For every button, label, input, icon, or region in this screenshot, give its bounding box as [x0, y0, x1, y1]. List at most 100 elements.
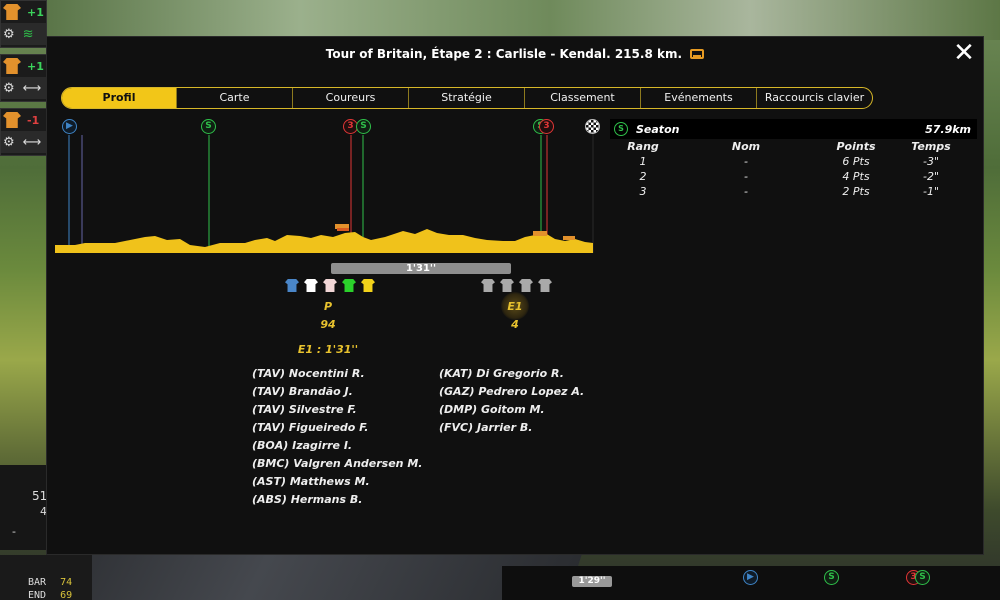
- group-breakaway-count: 4: [511, 318, 519, 331]
- stat-label: END: [28, 590, 47, 600]
- gear-icon[interactable]: ⚙: [3, 81, 15, 96]
- table-row: 2 - 4 Pts -2": [610, 169, 977, 184]
- hud-rider-row-1[interactable]: +1 ⚙ ≋: [0, 0, 47, 48]
- rider-name[interactable]: (KAT) Di Gregorio R.: [439, 365, 584, 383]
- sprint-icon: S: [915, 570, 930, 585]
- rank-cell: 1: [639, 155, 647, 168]
- hud-rider-row-2[interactable]: +1 ⚙ ⟷: [0, 54, 47, 102]
- stat-value: 69: [60, 590, 73, 600]
- gear-icon[interactable]: ⚙: [3, 27, 15, 42]
- rider-name[interactable]: (TAV) Brandão J.: [252, 383, 422, 401]
- group-breakaway-label[interactable]: E1: [500, 300, 530, 313]
- jersey-icon: [538, 279, 552, 292]
- rider-name[interactable]: (BMC) Valgren Andersen M.: [252, 455, 422, 473]
- peloton-jerseys[interactable]: [285, 279, 375, 292]
- table-row: 1 - 6 Pts -3": [610, 154, 977, 169]
- rider-name[interactable]: (BOA) Izagirre I.: [252, 437, 422, 455]
- rider-name[interactable]: (GAZ) Pedrero Lopez A.: [439, 383, 584, 401]
- rider-name[interactable]: (DMP) Goitom M.: [439, 401, 584, 419]
- climb-segment: [533, 231, 547, 236]
- stat-label: BAR: [28, 577, 47, 588]
- peloton-rider-list: (TAV) Nocentini R. (TAV) Brandão J. (TAV…: [252, 365, 422, 509]
- hud-dash: -: [12, 525, 16, 538]
- rider-stats-panel: BAR 74 END 69: [0, 555, 92, 600]
- hud-rider-row-3[interactable]: -1 ⚙ ⟷: [0, 108, 47, 156]
- hud-delta: +1: [27, 59, 44, 73]
- rank-cell: 2: [639, 170, 647, 183]
- hud-delta: -1: [27, 113, 40, 127]
- climb-icon[interactable]: 3: [539, 119, 554, 134]
- jersey-icon: [285, 279, 299, 292]
- group-peloton-count: 94: [320, 318, 336, 331]
- breakaway-rider-list: (KAT) Di Gregorio R. (GAZ) Pedrero Lopez…: [439, 365, 584, 437]
- background-trees: [0, 0, 1000, 40]
- column-header: Temps: [911, 140, 951, 153]
- sprint-icon: S: [824, 570, 839, 585]
- mini-profile[interactable]: 1'29'' ▶ S 3 S: [502, 566, 1000, 600]
- tab-coureurs[interactable]: Coureurs: [293, 88, 409, 108]
- column-header: Nom: [731, 140, 761, 153]
- tab-evenements[interactable]: Evénements: [641, 88, 757, 108]
- close-button[interactable]: ✕: [953, 40, 975, 66]
- tab-bar: Profil Carte Coureurs Stratégie Classeme…: [61, 87, 873, 109]
- profile-graph[interactable]: [55, 119, 595, 255]
- sprint-icon[interactable]: S: [356, 119, 371, 134]
- table-row: 3 - 2 Pts -1": [610, 184, 977, 199]
- hud-delta: +1: [27, 5, 44, 19]
- points-cell: 4 Pts: [842, 170, 870, 183]
- time-cell: -2": [922, 170, 940, 183]
- start-icon[interactable]: ▶: [62, 119, 77, 134]
- gear-icon[interactable]: ⚙: [3, 135, 15, 150]
- dialog-title-text: Tour of Britain, Étape 2 : Carlisle - Ke…: [325, 47, 683, 61]
- race-info-dialog: Tour of Britain, Étape 2 : Carlisle - Ke…: [46, 36, 984, 555]
- climb-segment: [563, 236, 575, 240]
- sprint-name: Seaton: [636, 122, 680, 136]
- mini-gap-label: 1'29'': [572, 576, 612, 587]
- name-cell: -: [744, 170, 748, 183]
- jersey-icon: [519, 279, 533, 292]
- climb-segment: [337, 228, 349, 231]
- jersey-icon: [342, 279, 356, 292]
- points-cell: 2 Pts: [842, 185, 870, 198]
- tab-profil[interactable]: Profil: [62, 88, 177, 108]
- sprint-icon[interactable]: S: [201, 119, 216, 134]
- jersey-icon: [3, 112, 21, 128]
- time-cell: -3": [922, 155, 940, 168]
- rider-name[interactable]: (TAV) Figueiredo F.: [252, 419, 422, 437]
- gap-bar: 1'31'': [331, 263, 511, 274]
- hud-left-stats: 51 4 -: [0, 465, 47, 550]
- stage-profile[interactable]: ▶ S 3 S S 3: [55, 119, 600, 255]
- jersey-icon: [323, 279, 337, 292]
- rider-name[interactable]: (TAV) Silvestre F.: [252, 401, 422, 419]
- finish-flag-icon[interactable]: [585, 119, 600, 134]
- tab-strategie[interactable]: Stratégie: [409, 88, 525, 108]
- sprint-header: S Seaton 57.9km: [610, 119, 977, 139]
- start-icon: ▶: [743, 570, 758, 585]
- table-header-row: Rang Nom Points Temps: [610, 139, 977, 154]
- time-cell: -1": [922, 185, 940, 198]
- profile-elevation: [55, 229, 593, 253]
- tab-raccourcis-clavier[interactable]: Raccourcis clavier: [757, 88, 872, 108]
- jersey-icon: [3, 58, 21, 74]
- rider-name[interactable]: (AST) Matthews M.: [252, 473, 422, 491]
- sprint-icon: S: [614, 122, 628, 136]
- jersey-icon: [304, 279, 318, 292]
- column-header: Points: [836, 140, 876, 153]
- rider-name[interactable]: (TAV) Nocentini R.: [252, 365, 422, 383]
- breakaway-jerseys[interactable]: [481, 279, 552, 292]
- dialog-title: Tour of Britain, Étape 2 : Carlisle - Ke…: [47, 47, 983, 61]
- group-peloton-label[interactable]: P: [313, 300, 343, 313]
- stat-value: 74: [60, 577, 73, 588]
- points-cell: 6 Pts: [842, 155, 870, 168]
- tab-classement[interactable]: Classement: [525, 88, 641, 108]
- sprint-info-panel: S Seaton 57.9km Rang Nom Points Temps 1 …: [610, 119, 977, 199]
- arrows-icon[interactable]: ⟷: [23, 135, 42, 150]
- tv-icon[interactable]: [690, 48, 705, 59]
- rider-name[interactable]: (ABS) Hermans B.: [252, 491, 422, 509]
- sprint-distance: 57.9km: [925, 122, 971, 136]
- arrows-icon[interactable]: ⟷: [23, 81, 42, 96]
- signal-icon: ≋: [22, 26, 34, 42]
- name-cell: -: [744, 155, 748, 168]
- tab-carte[interactable]: Carte: [177, 88, 293, 108]
- rider-name[interactable]: (FVC) Jarrier B.: [439, 419, 584, 437]
